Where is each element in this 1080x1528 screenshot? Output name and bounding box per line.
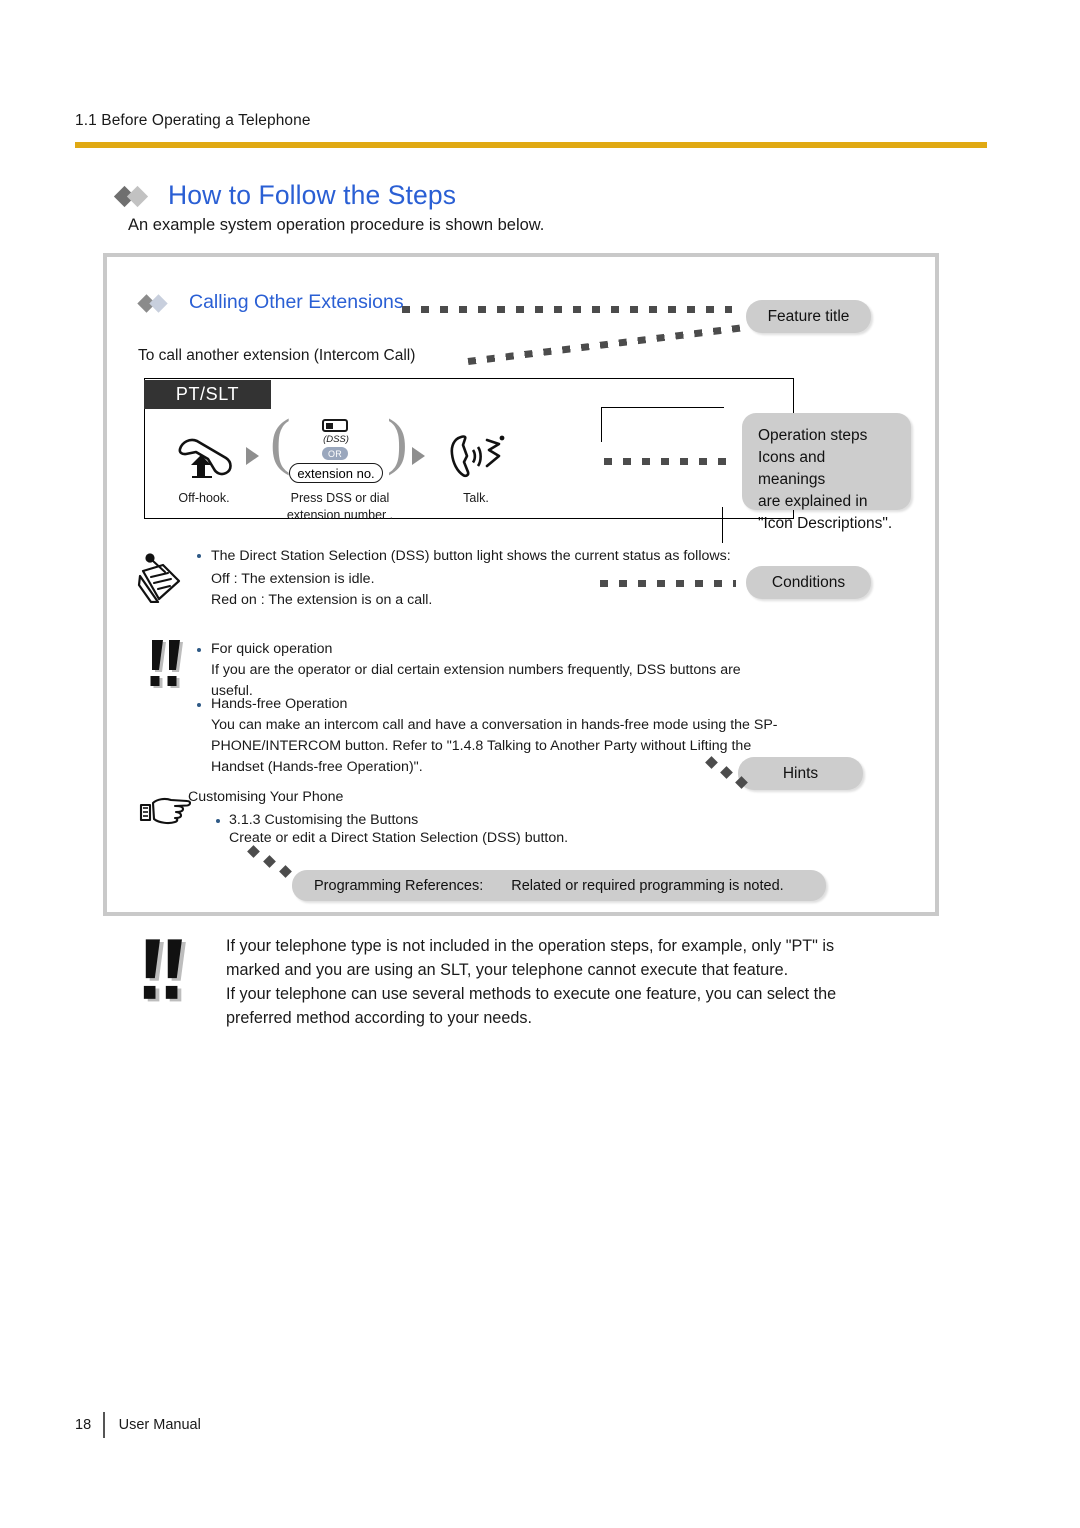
offhook-handset-icon	[178, 438, 232, 478]
bullet-icon	[216, 819, 220, 823]
footer-divider	[103, 1412, 105, 1438]
hints-bullet-2-title: Hands-free Operation	[211, 696, 348, 712]
section-intro: An example system operation procedure is…	[128, 216, 545, 234]
step-press-dss-line2: extension number .	[286, 507, 394, 522]
bottom-notice-paragraph-1: If your telephone type is not included i…	[226, 935, 916, 983]
conditions-bullet-line-2: Red on : The extension is on a call.	[211, 592, 433, 608]
diamond-pair-icon	[113, 185, 157, 207]
feature-heading-label: Calling Other Extensions	[189, 291, 404, 313]
page-number: 18	[75, 1417, 92, 1433]
bottom-notice-p2-line-1: If your telephone can use several method…	[226, 985, 837, 1003]
or-badge: OR	[322, 447, 348, 460]
hints-bullet-1-title: For quick operation	[211, 641, 333, 657]
bullet-icon	[197, 648, 201, 652]
step-press-dss-line1: Press DSS or dial	[290, 491, 390, 505]
leader-line-feature-title	[402, 306, 732, 313]
manual-label: User Manual	[118, 1417, 201, 1433]
dss-button-icon	[322, 419, 348, 432]
bullet-icon	[197, 703, 201, 707]
bottom-notice-p1-line-1: If your telephone type is not included i…	[226, 937, 835, 955]
paren-left-icon: (	[270, 408, 291, 476]
running-header: 1.1 Before Operating a Telephone	[75, 112, 311, 129]
callout-operation-steps: Operation steps Icons and meanings are e…	[742, 413, 911, 532]
conditions-bullet-title: The Direct Station Selection (DSS) butto…	[211, 548, 731, 564]
paren-right-icon: )	[387, 408, 408, 476]
callout-hints: Hints	[738, 757, 863, 790]
phone-type-label: PT/SLT	[144, 380, 271, 409]
connector-operation-steps	[601, 407, 724, 442]
bottom-notice-paragraph-2: If your telephone can use several method…	[226, 983, 916, 1031]
feature-subtitle: To call another extension (Intercom Call…	[138, 347, 416, 364]
notepad-pencil-icon	[137, 553, 181, 603]
dss-caption: (DSS)	[323, 434, 349, 445]
callout-operation-steps-line-2: Icons and meanings	[758, 449, 826, 488]
header-rule	[75, 142, 987, 148]
callout-operation-steps-line-1: Operation steps	[758, 427, 868, 444]
callout-feature-title: Feature title	[746, 300, 871, 333]
hints-bullet-1-line-1: If you are the operator or dial certain …	[211, 662, 741, 678]
callout-conditions: Conditions	[746, 566, 871, 599]
page-title: How to Follow the Steps	[168, 180, 457, 210]
step-arrow-2-icon	[412, 447, 425, 465]
hints-bullet-2-line-3: Handset (Hands-free Operation)".	[211, 759, 423, 775]
conditions-bullet-line-1: Off : The extension is idle.	[211, 571, 375, 587]
step-arrow-1-icon	[246, 447, 259, 465]
feature-heading: Calling Other Extensions	[137, 291, 404, 314]
footer: 18 User Manual	[75, 1412, 201, 1438]
diamond-pair-icon	[137, 292, 180, 314]
step-talk-label: Talk.	[463, 491, 489, 505]
bottom-notice-p1-line-2: marked and you are using an SLT, your te…	[226, 960, 789, 979]
callout-operation-steps-line-4: "Icon Descriptions".	[758, 515, 893, 532]
bottom-notice-p2-line-2: preferred method according to your needs…	[226, 1008, 532, 1027]
talking-handset-icon	[450, 435, 505, 478]
double-exclamation-icon	[150, 640, 183, 688]
section-title-row: How to Follow the Steps	[113, 180, 457, 211]
hints-bullet-2-line-1: You can make an intercom call and have a…	[211, 717, 778, 733]
step-press-dss-label: Press DSS or dial extension number .	[272, 490, 408, 524]
extension-no-box: extension no.	[289, 463, 383, 483]
bullet-icon	[197, 554, 201, 558]
pointing-hand-icon	[139, 797, 192, 825]
callout-operation-steps-line-3: are explained in	[758, 493, 868, 510]
leader-line-conditions	[600, 580, 736, 587]
double-exclamation-icon	[143, 939, 186, 1002]
programming-references-bar: Programming References: Related or requi…	[292, 870, 826, 901]
programming-references-value: Related or required programming is noted…	[511, 877, 784, 894]
customising-bullet-line-1: Create or edit a Direct Station Selectio…	[229, 830, 569, 846]
step-press-dss: ( ) (DSS) OR extension no.	[270, 408, 408, 483]
customising-title: Customising Your Phone	[188, 789, 344, 805]
connector-operation-steps-down	[722, 507, 723, 543]
programming-references-label: Programming References:	[314, 877, 484, 894]
step-offhook-label: Off-hook.	[178, 491, 230, 505]
hints-bullet-2-line-2: PHONE/INTERCOM button. Refer to "1.4.8 T…	[211, 738, 752, 754]
leader-line-operation-steps	[604, 458, 726, 465]
